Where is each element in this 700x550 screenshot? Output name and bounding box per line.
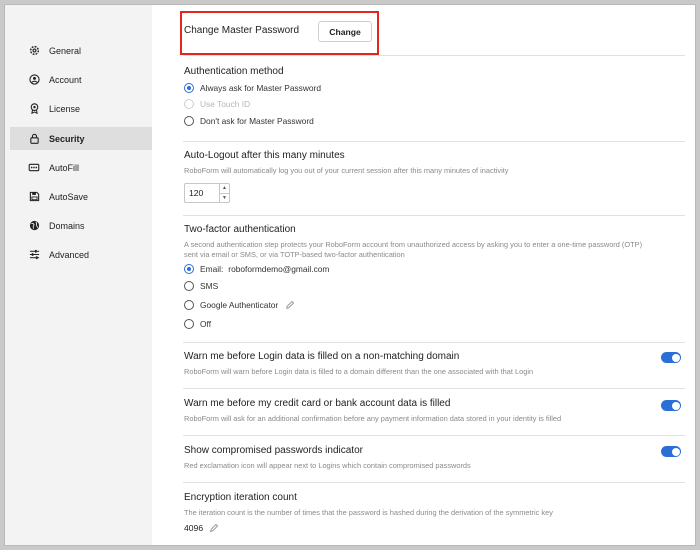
two-factor-title: Two-factor authentication — [184, 224, 296, 235]
radio-button[interactable] — [184, 116, 194, 126]
warn-domain-title: Warn me before Login data is filled on a… — [184, 351, 460, 362]
change-master-password-button[interactable]: Change — [318, 21, 372, 42]
sidebar-item-license[interactable]: License — [10, 97, 152, 120]
autofill-icon — [28, 162, 40, 174]
divider — [183, 141, 685, 142]
sidebar-item-autofill[interactable]: AutoFill — [10, 156, 152, 179]
user-circle-icon — [28, 74, 40, 86]
sidebar-item-label: License — [49, 103, 81, 114]
sidebar-item-label: Security — [49, 133, 85, 144]
sidebar-item-security[interactable]: Security — [10, 127, 152, 150]
warn-card-toggle[interactable] — [661, 400, 681, 411]
sidebar: General Account License Security AutoFil… — [5, 5, 152, 545]
auto-logout-title: Auto-Logout after this many minutes — [184, 150, 345, 161]
auto-logout-stepper[interactable]: 120 ▲ ▼ — [184, 183, 230, 203]
auto-logout-value[interactable]: 120 — [185, 184, 219, 202]
sidebar-item-label: Domains — [49, 220, 85, 231]
sidebar-item-general[interactable]: General — [10, 39, 152, 62]
encryption-value-row: 4096 — [184, 523, 219, 533]
divider — [183, 215, 685, 216]
warn-domain-toggle[interactable] — [661, 352, 681, 363]
auto-logout-description: RoboForm will automatically log you out … — [184, 166, 509, 175]
two-factor-email-address: roboformdemo@gmail.com — [228, 264, 330, 274]
sidebar-item-label: AutoSave — [49, 191, 89, 202]
badge-icon — [28, 103, 40, 115]
master-password-label: Change Master Password — [184, 25, 300, 36]
radio-button[interactable] — [184, 281, 194, 291]
warn-card-title: Warn me before my credit card or bank ac… — [184, 398, 451, 409]
sidebar-item-label: Account — [49, 74, 82, 85]
encryption-title: Encryption iteration count — [184, 492, 297, 503]
two-factor-description-2: sent via email or SMS, or via TOTP-based… — [184, 250, 405, 259]
two-factor-option-off[interactable]: Off — [184, 319, 211, 329]
gear-icon — [28, 45, 40, 57]
sidebar-item-label: AutoFill — [49, 162, 80, 173]
compromised-toggle[interactable] — [661, 446, 681, 457]
radio-button — [184, 99, 194, 109]
radio-button[interactable] — [184, 319, 194, 329]
divider — [183, 342, 685, 343]
auth-method-title: Authentication method — [184, 66, 284, 77]
pencil-icon[interactable] — [209, 523, 219, 533]
security-settings-panel: Change Master Password Change Authentica… — [152, 5, 695, 545]
auth-option-always-ask[interactable]: Always ask for Master Password — [184, 83, 321, 93]
two-factor-option-email[interactable]: Email: roboformdemo@gmail.com — [184, 264, 329, 274]
auth-option-dont-ask[interactable]: Don't ask for Master Password — [184, 116, 314, 126]
sidebar-item-account[interactable]: Account — [10, 68, 152, 91]
sidebar-item-label: Advanced — [49, 249, 90, 260]
divider — [183, 482, 685, 483]
save-icon — [28, 191, 40, 203]
auth-option-touch-id: Use Touch ID — [184, 99, 250, 109]
sidebar-item-advanced[interactable]: Advanced — [10, 243, 152, 266]
warn-card-description: RoboForm will ask for an additional conf… — [184, 414, 562, 423]
globe-icon — [28, 220, 40, 232]
compromised-description: Red exclamation icon will appear next to… — [184, 461, 471, 470]
warn-domain-description: RoboForm will warn before Login data is … — [184, 367, 534, 376]
chevron-down-icon[interactable]: ▼ — [220, 192, 229, 203]
radio-button[interactable] — [184, 83, 194, 93]
sliders-icon — [28, 249, 40, 261]
lock-icon — [28, 133, 40, 145]
radio-button[interactable] — [184, 264, 194, 274]
divider — [183, 55, 685, 56]
two-factor-option-sms[interactable]: SMS — [184, 281, 218, 291]
chevron-up-icon[interactable]: ▲ — [220, 184, 229, 193]
radio-button[interactable] — [184, 300, 194, 310]
settings-window: General Account License Security AutoFil… — [4, 4, 696, 546]
sidebar-item-domains[interactable]: Domains — [10, 214, 152, 237]
stepper-arrows: ▲ ▼ — [219, 184, 229, 202]
encryption-value: 4096 — [184, 523, 204, 533]
pencil-icon[interactable] — [285, 300, 295, 310]
divider — [183, 435, 685, 436]
encryption-description: The iteration count is the number of tim… — [184, 508, 553, 517]
divider — [183, 388, 685, 389]
compromised-title: Show compromised passwords indicator — [184, 445, 363, 456]
sidebar-item-label: General — [49, 45, 82, 56]
sidebar-item-autosave[interactable]: AutoSave — [10, 185, 152, 208]
two-factor-option-google-authenticator[interactable]: Google Authenticator — [184, 300, 295, 310]
